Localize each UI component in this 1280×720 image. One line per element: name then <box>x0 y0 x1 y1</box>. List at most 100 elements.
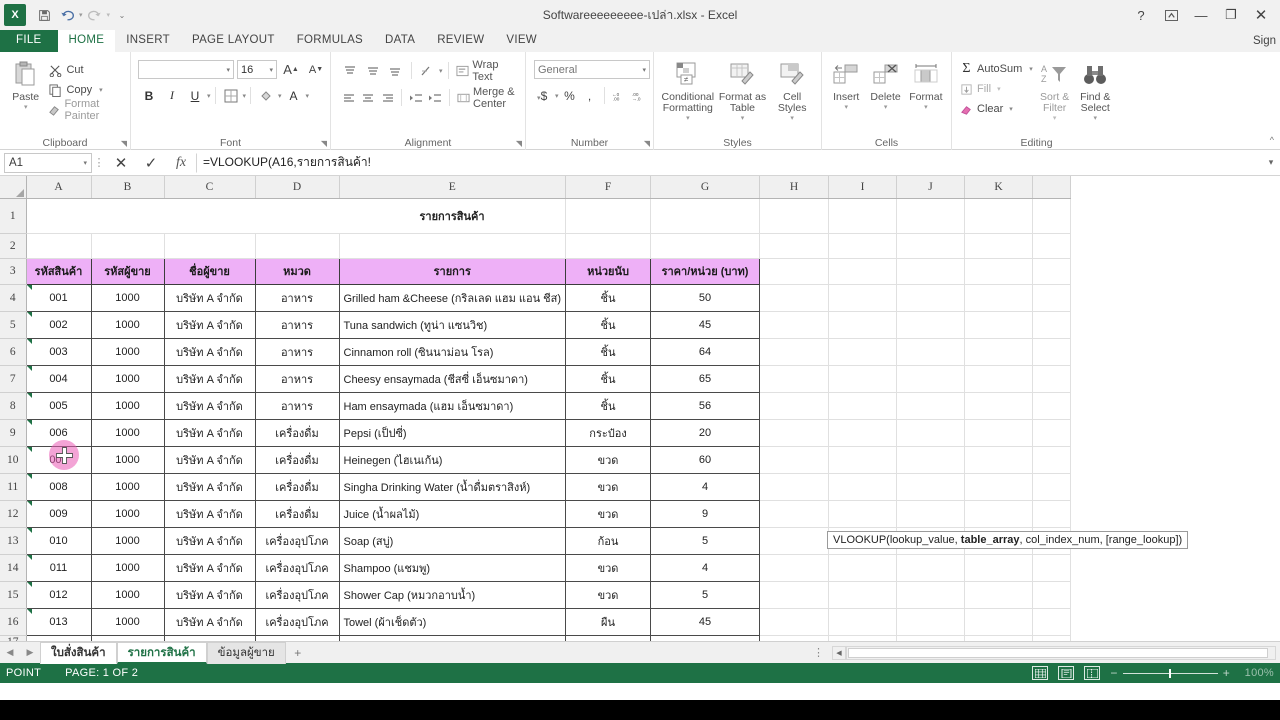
header-item[interactable]: รายการ <box>338 257 567 285</box>
cell-e5[interactable]: Tuna sandwich (ทูน่า แซนวิช) <box>338 310 567 339</box>
cell-a15[interactable]: 012 <box>25 580 92 609</box>
currency-button[interactable]: $ <box>535 85 553 106</box>
tab-formulas[interactable]: FORMULAS <box>286 30 374 52</box>
cell-a9[interactable]: 006 <box>25 418 92 447</box>
align-left-button[interactable] <box>340 87 357 108</box>
cell-g1[interactable] <box>650 198 761 234</box>
cell-g11[interactable]: 4 <box>650 472 761 501</box>
font-name-chevron-down-icon[interactable]: ▾ <box>222 66 230 74</box>
cell-c16[interactable]: บริษัท A จำกัด <box>163 607 256 636</box>
cell-l11[interactable] <box>1032 473 1072 501</box>
cell-c11[interactable]: บริษัท A จำกัด <box>163 472 256 501</box>
cell-l1[interactable] <box>1032 198 1072 234</box>
header-price[interactable]: ราคา/หน่วย (บาท) <box>650 257 761 285</box>
insert-function-button[interactable]: fx <box>166 152 196 174</box>
cell-c15[interactable]: บริษัท A จำกัด <box>163 580 256 609</box>
cell-e4[interactable]: Grilled ham &Cheese (กริลเลด แฮม แอน ชีส… <box>338 283 567 312</box>
row-header-7[interactable]: 7 <box>0 365 27 393</box>
align-top-button[interactable] <box>340 60 361 81</box>
cell-e9[interactable]: Pepsi (เป็ปซี่) <box>338 418 567 447</box>
underline-button[interactable]: U <box>184 85 206 106</box>
row-header-3[interactable]: 3 <box>0 258 27 285</box>
page-layout-view-icon[interactable] <box>1058 666 1075 680</box>
row-header-2[interactable]: 2 <box>0 233 27 259</box>
column-header-i[interactable]: I <box>828 176 898 199</box>
cell-b12[interactable]: 1000 <box>90 499 165 528</box>
zoom-track[interactable] <box>1122 668 1218 678</box>
cell-k9[interactable] <box>964 419 1034 447</box>
insert-cells-button[interactable]: Insert ▾ <box>827 57 865 111</box>
cell-k14[interactable] <box>964 554 1034 582</box>
cell-a11[interactable]: 008 <box>25 472 92 501</box>
cell-l5[interactable] <box>1032 311 1072 339</box>
cell-f1[interactable] <box>565 198 652 234</box>
shrink-font-button[interactable]: A ▼ <box>305 59 327 80</box>
ribbon-display-options-icon[interactable] <box>1156 2 1186 28</box>
cell-b13[interactable]: 1000 <box>90 526 165 555</box>
format-painter-button[interactable]: Format Painter <box>46 98 125 122</box>
cell-i15[interactable] <box>828 581 898 609</box>
cell-g10[interactable]: 60 <box>650 445 761 474</box>
align-bottom-button[interactable] <box>385 60 406 81</box>
cell-b6[interactable]: 1000 <box>90 337 165 366</box>
header-vendor-name[interactable]: ชื่อผู้ขาย <box>163 257 256 285</box>
column-header-g[interactable]: G <box>650 176 761 199</box>
cell-j14[interactable] <box>896 554 966 582</box>
cell-j6[interactable] <box>896 338 966 366</box>
redo-icon[interactable] <box>84 4 106 26</box>
cell-f16[interactable]: ผืน <box>565 607 652 636</box>
name-box-chevron-down-icon[interactable]: ▾ <box>79 159 87 167</box>
row-header-15[interactable]: 15 <box>0 581 27 609</box>
horizontal-scroll-thumb[interactable] <box>848 647 1268 658</box>
delete-cells-button[interactable]: Delete ▾ <box>865 57 905 111</box>
cell-k7[interactable] <box>964 365 1034 393</box>
cell-j11[interactable] <box>896 473 966 501</box>
row-header-13[interactable]: 13 <box>0 527 27 555</box>
cell-i1[interactable] <box>828 198 898 234</box>
cell-h8[interactable] <box>759 392 830 420</box>
cell-d13[interactable]: เครื่องอุปโภค <box>254 526 340 555</box>
cell-a10[interactable]: 007 <box>25 445 92 474</box>
increase-decimal-button[interactable]: ←0.00 <box>610 85 628 106</box>
cell-e10[interactable]: Heinegen (ไฮเนเก้น) <box>338 445 567 474</box>
find-select-button[interactable]: Find & Select ▾ <box>1074 57 1116 122</box>
wrap-text-button[interactable]: Wrap Text <box>453 59 520 83</box>
cell-c9[interactable]: บริษัท A จำกัด <box>163 418 256 447</box>
cell-b16[interactable]: 1000 <box>90 607 165 636</box>
italic-button[interactable]: I <box>161 85 183 106</box>
cell-i6[interactable] <box>828 338 898 366</box>
cell-j9[interactable] <box>896 419 966 447</box>
cell-i4[interactable] <box>828 284 898 312</box>
cell-f10[interactable]: ขวด <box>565 445 652 474</box>
cell-d7[interactable]: อาหาร <box>254 364 340 393</box>
cell-j12[interactable] <box>896 500 966 528</box>
font-name-input[interactable]: ▾ <box>138 60 234 79</box>
header-unit[interactable]: หน่วยนับ <box>565 257 652 285</box>
increase-indent-button[interactable] <box>427 87 444 108</box>
decrease-indent-button[interactable] <box>407 87 424 108</box>
tab-file[interactable]: FILE <box>0 30 58 52</box>
cell-b15[interactable]: 1000 <box>90 580 165 609</box>
page-break-view-icon[interactable] <box>1084 666 1101 680</box>
cell-g16[interactable]: 45 <box>650 607 761 636</box>
cell-a13[interactable]: 010 <box>25 526 92 555</box>
cell-h14[interactable] <box>759 554 830 582</box>
align-center-button[interactable] <box>359 87 376 108</box>
row-header-6[interactable]: 6 <box>0 338 27 366</box>
number-format-select[interactable]: General ▾ <box>534 60 650 79</box>
cell-k4[interactable] <box>964 284 1034 312</box>
cell-i14[interactable] <box>828 554 898 582</box>
cell-a12[interactable]: 009 <box>25 499 92 528</box>
align-right-button[interactable] <box>379 87 396 108</box>
cell-k15[interactable] <box>964 581 1034 609</box>
cell-e2[interactable] <box>339 233 567 259</box>
cell-b1[interactable] <box>91 198 164 234</box>
cell-j15[interactable] <box>896 581 966 609</box>
cell-a4[interactable]: 001 <box>25 283 92 312</box>
cell-d8[interactable]: อาหาร <box>254 391 340 420</box>
decrease-decimal-button[interactable]: .00 →.0 <box>630 85 648 106</box>
help-icon[interactable]: ? <box>1126 2 1156 28</box>
orientation-button[interactable] <box>416 60 437 81</box>
column-header-h[interactable]: H <box>759 176 830 199</box>
cell-f11[interactable]: ขวด <box>565 472 652 501</box>
